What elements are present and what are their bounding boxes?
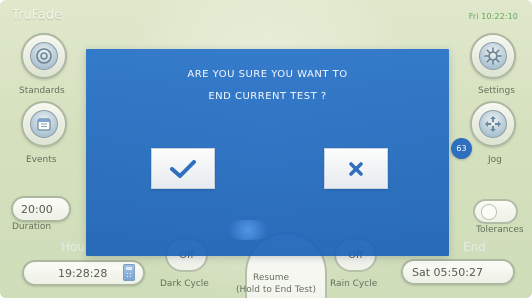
jog-button[interactable] bbox=[470, 101, 516, 147]
jog-label: Jog bbox=[488, 155, 502, 165]
time-value: 19:28:28 bbox=[58, 267, 108, 280]
standards-icon bbox=[30, 42, 58, 70]
checkmark-icon bbox=[170, 159, 196, 178]
events-button[interactable] bbox=[21, 101, 67, 147]
calendar-icon bbox=[30, 110, 58, 138]
jog-count-badge: 63 bbox=[451, 138, 472, 159]
settings-label: Settings bbox=[478, 86, 515, 96]
duration-label: Duration bbox=[12, 222, 52, 232]
confirm-end-test-button[interactable] bbox=[151, 148, 215, 189]
clock-display: Fri 10:22:10 bbox=[468, 12, 518, 21]
tolerances-label: Tolerances bbox=[476, 225, 524, 235]
standards-label: Standards bbox=[19, 86, 65, 96]
standards-button[interactable] bbox=[21, 33, 67, 79]
calculator-icon bbox=[123, 264, 135, 281]
gear-icon bbox=[479, 42, 507, 70]
app-title: TruFade bbox=[12, 8, 63, 23]
settings-button[interactable] bbox=[470, 33, 516, 79]
close-icon bbox=[349, 161, 363, 176]
dialog-glow bbox=[223, 220, 273, 240]
toggle-knob bbox=[481, 204, 497, 220]
resume-label-line-1: Resume bbox=[253, 273, 290, 283]
dialog-message-line-1: ARE YOU SURE YOU WANT TO bbox=[187, 69, 348, 80]
end-time-value: Sat 05:50:27 bbox=[412, 266, 483, 279]
dark-cycle-label: Dark Cycle bbox=[160, 279, 209, 289]
rain-cycle-label: Rain Cycle bbox=[330, 279, 378, 289]
dialog-message-line-2: END CURRENT TEST ? bbox=[208, 91, 327, 102]
end-time-display[interactable]: Sat 05:50:27 bbox=[401, 259, 515, 285]
tolerances-toggle[interactable] bbox=[473, 199, 518, 224]
left-partial-label: Hou bbox=[61, 240, 85, 254]
resume-label-line-2: (Hold to End Test) bbox=[236, 285, 316, 295]
cancel-end-test-button[interactable] bbox=[324, 148, 388, 189]
duration-value: 20:00 bbox=[21, 203, 53, 216]
right-partial-label: End bbox=[463, 240, 486, 254]
events-label: Events bbox=[26, 155, 57, 165]
duration-display[interactable]: 20:00 bbox=[11, 196, 71, 222]
main-screen: TruFade Fri 10:22:10 Standards Settings bbox=[0, 0, 532, 298]
move-arrows-icon bbox=[479, 110, 507, 138]
